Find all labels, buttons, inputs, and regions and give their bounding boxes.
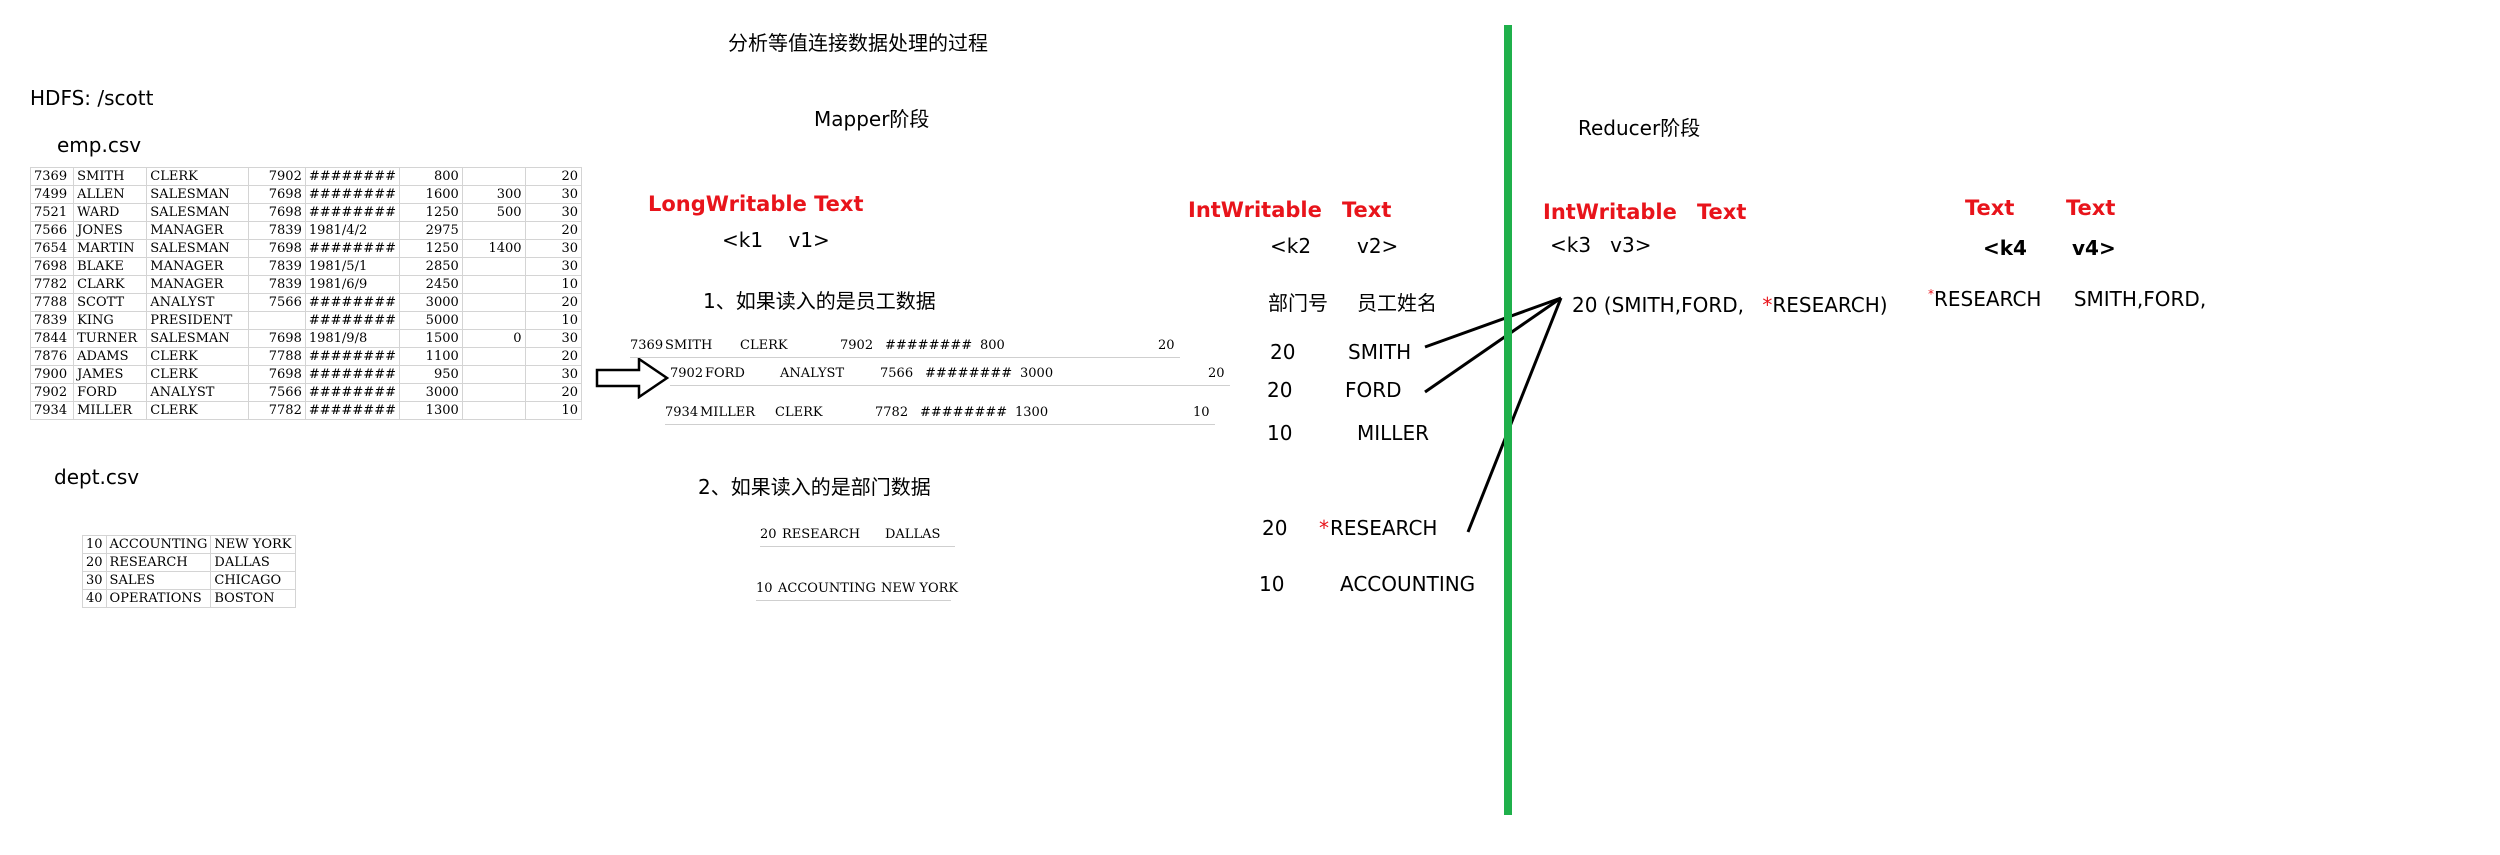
reducer-output-key-type: Text (1965, 196, 2015, 220)
shuffle-lines (1424, 25, 1563, 815)
reducer-output-k4: <k4 (1983, 236, 2027, 260)
reducer-input-kv: <k3 v3> (1550, 233, 1652, 257)
reducer-group: 20 (SMITH,FORD, *RESEARCH) (1572, 293, 1888, 317)
reducer-result: *RESEARCH SMITH,FORD, (1928, 287, 2206, 311)
reducer-input-key-type: IntWritable (1543, 200, 1677, 224)
reducer-result-value: SMITH,FORD, (2073, 287, 2207, 311)
reducer-output-v4: v4> (2072, 236, 2116, 260)
reducer-group-dept: RESEARCH) (1772, 293, 1888, 317)
reducer-stage-label: Reducer阶段 (1578, 116, 1701, 140)
dept-marker-star: * (1762, 293, 1773, 317)
reducer-group-values: 20 (SMITH,FORD, (1572, 293, 1744, 317)
reducer-result-key: RESEARCH (1934, 287, 2042, 311)
reducer-input-value-type: Text (1697, 200, 1747, 224)
reducer-output-value-type: Text (2066, 196, 2116, 220)
